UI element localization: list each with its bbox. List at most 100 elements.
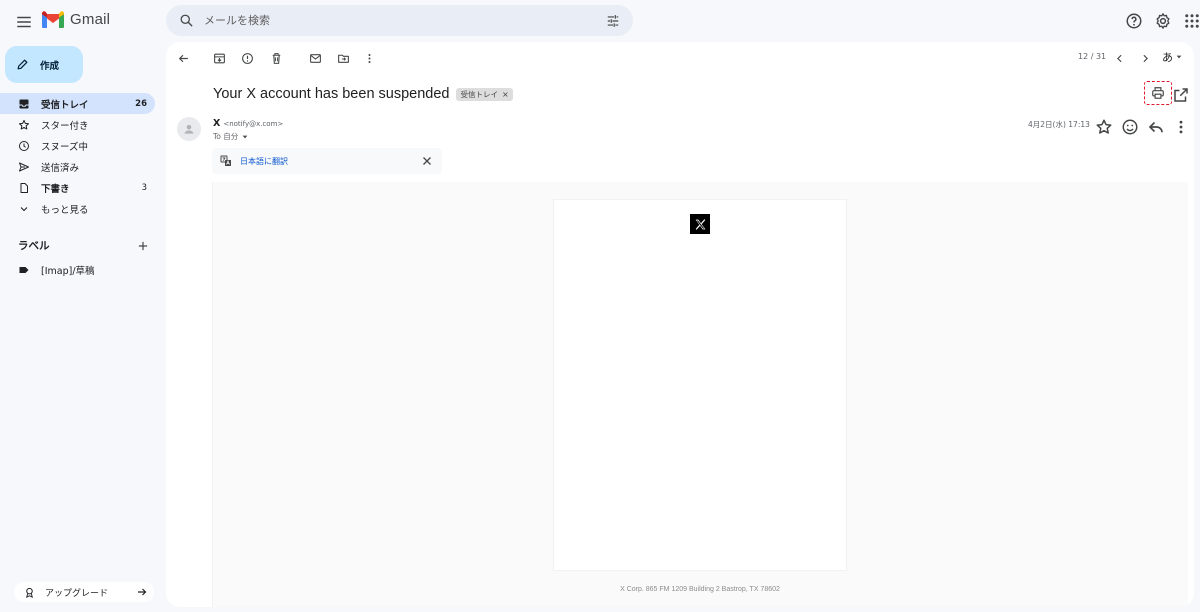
person-icon: [184, 124, 194, 134]
star-icon: [1096, 119, 1112, 134]
remove-label-button[interactable]: ×: [502, 90, 509, 99]
trash-icon: [272, 52, 280, 64]
archive-button[interactable]: [207, 46, 231, 70]
reply-button[interactable]: [1144, 115, 1168, 139]
sidebar-item-label: 送信済み: [41, 162, 80, 174]
more-vert-icon: [367, 53, 371, 63]
more-actions-button[interactable]: [357, 46, 381, 70]
apps-button[interactable]: [1180, 9, 1200, 33]
more-vert-icon: [1179, 120, 1183, 134]
translate-bar: 日本語に翻訳: [212, 148, 442, 174]
message-more-button[interactable]: [1169, 115, 1193, 139]
translate-link[interactable]: 日本語に翻訳: [240, 156, 288, 167]
sidebar-label-imap-drafts[interactable]: [Imap]/草稿: [18, 263, 95, 277]
compose-label: 作成: [40, 60, 60, 72]
main-menu-button[interactable]: [10, 8, 38, 36]
hamburger-icon: [17, 16, 31, 28]
chevron-down-icon: [18, 203, 30, 215]
caret-down-icon: [242, 135, 248, 138]
thread-divider: [212, 182, 213, 607]
back-button[interactable]: [171, 46, 195, 70]
caret-down-icon: [1176, 55, 1182, 59]
gear-icon: [1156, 13, 1170, 29]
search-options-button[interactable]: [603, 11, 623, 31]
message-date: 4月2日(水) 17:13: [1028, 120, 1090, 129]
unread-count: 26: [135, 98, 147, 109]
sidebar-item-more[interactable]: もっと見る: [0, 198, 155, 219]
help-icon: [1126, 13, 1142, 29]
close-icon[interactable]: [420, 154, 434, 168]
search-icon: [180, 14, 193, 27]
report-icon: [241, 52, 253, 64]
arrow-left-icon: [178, 54, 188, 62]
email-footer-address: X Corp. 865 FM 1209 Building 2 Bastrop, …: [620, 586, 780, 593]
pagination-count: 12 / 31: [1078, 52, 1107, 61]
upgrade-label: アップグレード: [45, 588, 109, 599]
move-folder-icon: [337, 54, 349, 63]
app-name: Gmail: [70, 11, 111, 28]
add-reaction-button[interactable]: [1118, 115, 1142, 139]
star-icon: [18, 119, 30, 131]
upgrade-button[interactable]: アップグレード: [14, 582, 154, 602]
sidebar-item-label: スター付き: [41, 120, 89, 132]
translate-icon: [220, 155, 231, 166]
input-tools-button[interactable]: あ: [1162, 49, 1183, 65]
draft-count: 3: [141, 182, 147, 193]
chevron-left-icon: [1116, 54, 1122, 62]
print-icon: [1152, 87, 1164, 99]
sidebar-item-label: スヌーズ中: [41, 141, 89, 153]
sender-avatar[interactable]: [177, 117, 201, 141]
star-button[interactable]: [1092, 115, 1116, 139]
reply-icon: [1148, 121, 1163, 133]
open-in-new-window-button[interactable]: [1169, 83, 1193, 107]
message-subject-row: Your X account has been suspended 受信トレイ …: [213, 86, 513, 102]
sender-name[interactable]: X: [213, 118, 220, 129]
sidebar-item-snoozed[interactable]: スヌーズ中: [0, 135, 155, 156]
sidebar-nav: 受信トレイ 26 スター付き スヌーズ中 送信済み 下書き 3 もっと見る: [0, 93, 160, 219]
add-label-icon[interactable]: [136, 239, 150, 253]
email-body-card: [554, 200, 846, 570]
sidebar-item-drafts[interactable]: 下書き 3: [0, 177, 155, 198]
recipient-text: To 自分: [213, 132, 239, 141]
arrow-right-icon: [138, 588, 147, 596]
clock-icon: [18, 140, 30, 152]
inbox-label-chip: 受信トレイ ×: [456, 87, 513, 101]
move-to-button[interactable]: [331, 46, 355, 70]
search-input[interactable]: [204, 14, 603, 27]
search-bar[interactable]: [166, 5, 633, 36]
tune-icon: [607, 14, 619, 27]
label-tag-icon: [19, 267, 29, 273]
compose-button[interactable]: 作成: [5, 46, 83, 83]
mail-icon: [309, 53, 321, 63]
send-icon: [18, 161, 30, 173]
print-all-button[interactable]: [1144, 81, 1172, 105]
recipient-details-toggle[interactable]: To 自分: [213, 131, 249, 142]
draft-icon: [18, 182, 30, 194]
labels-section-header: ラベル: [18, 238, 150, 253]
sidebar-item-inbox[interactable]: 受信トレイ 26: [0, 93, 155, 114]
open-in-new-icon: [1174, 88, 1188, 102]
sidebar-item-label: 下書き: [41, 183, 70, 195]
search-button[interactable]: [176, 11, 196, 31]
sidebar-item-starred[interactable]: スター付き: [0, 114, 155, 135]
gmail-m-icon: [42, 11, 64, 28]
settings-button[interactable]: [1151, 9, 1175, 33]
mark-unread-button[interactable]: [303, 46, 327, 70]
older-button[interactable]: [1133, 46, 1157, 70]
sidebar-item-label: もっと見る: [41, 204, 89, 216]
emoji-icon: [1122, 119, 1138, 135]
delete-button[interactable]: [264, 46, 288, 70]
report-spam-button[interactable]: [235, 46, 259, 70]
chip-label: 受信トレイ: [460, 89, 498, 99]
pencil-icon: [17, 59, 28, 70]
archive-icon: [213, 53, 225, 63]
sender-line: X <notify@x.com>: [213, 118, 283, 129]
message-view: 12 / 31 あ Your X account has been suspen…: [166, 42, 1194, 607]
newer-button[interactable]: [1107, 46, 1131, 70]
label-name: [Imap]/草稿: [41, 266, 95, 277]
labels-heading: ラベル: [18, 240, 50, 252]
help-button[interactable]: [1122, 9, 1146, 33]
x-logo-icon: [695, 218, 705, 230]
gmail-logo[interactable]: Gmail: [42, 11, 110, 28]
sidebar-item-sent[interactable]: 送信済み: [0, 156, 155, 177]
